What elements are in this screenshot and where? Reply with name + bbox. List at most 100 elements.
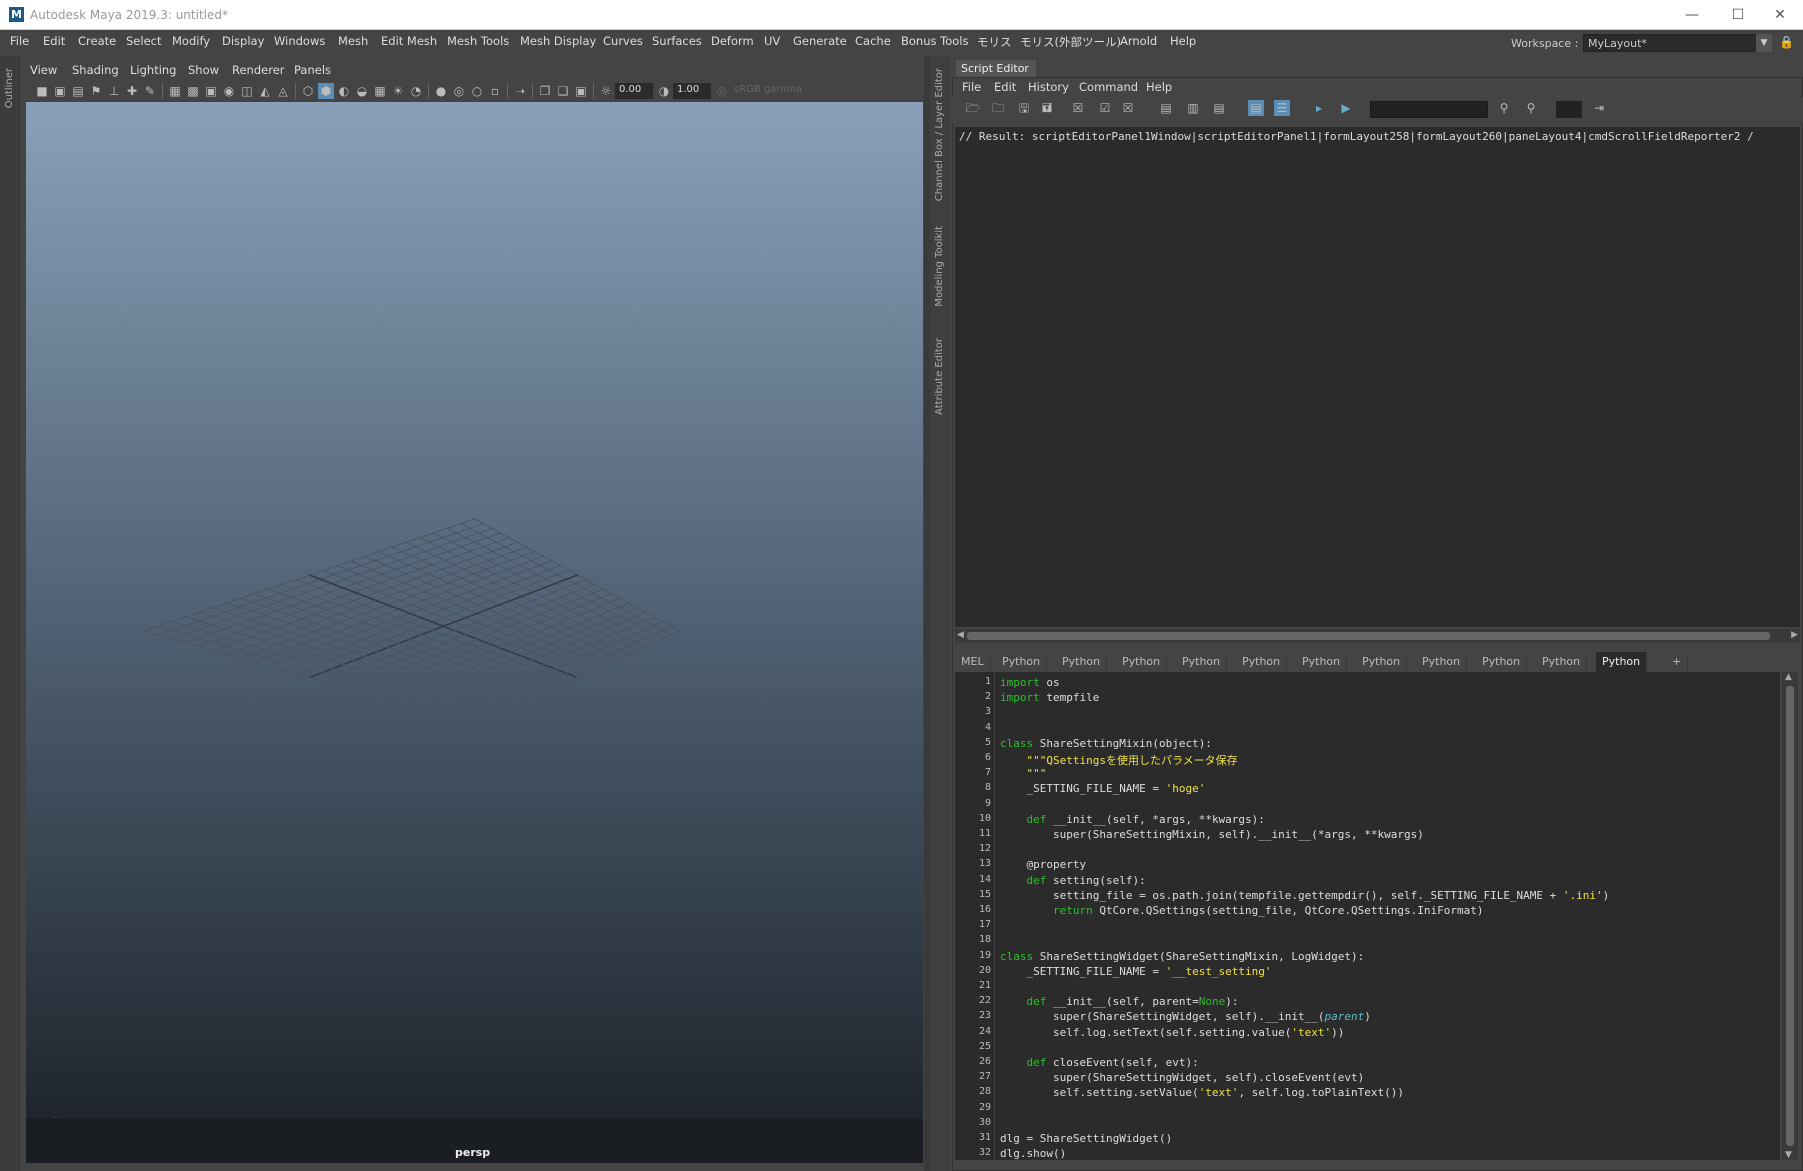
search-icon[interactable]: ⚲ (1496, 100, 1512, 116)
gamma-icon[interactable]: ◑ (656, 83, 672, 99)
menu-modify[interactable]: Modify (172, 34, 210, 48)
menu-help[interactable]: Help (1170, 34, 1196, 48)
code-line[interactable]: dlg = ShareSettingWidget() (1000, 1132, 1172, 1145)
show-input-icon[interactable]: ▥ (1185, 100, 1201, 116)
code-line[interactable]: @property (1000, 858, 1086, 871)
code-line[interactable]: super(ShareSettingWidget, self).closeEve… (1000, 1071, 1364, 1084)
outliner-tab[interactable]: Outliner (4, 68, 15, 108)
scroll-thumb[interactable] (1786, 686, 1794, 1146)
minimize-button[interactable]: — (1669, 0, 1715, 30)
source-script-icon[interactable]: 🗀 (990, 100, 1006, 116)
exposure-icon[interactable]: ☼ (598, 83, 614, 99)
menu-surfaces[interactable]: Surfaces (652, 34, 702, 48)
shadows-icon[interactable]: ◔ (408, 83, 424, 99)
code-line[interactable]: _SETTING_FILE_NAME = '__test_setting' (1000, 965, 1271, 978)
code-line[interactable]: def __init__(self, *args, **kwargs): (1000, 813, 1265, 826)
channel-box-tab[interactable]: Channel Box / Layer Editor (934, 68, 945, 201)
clear-all-icon[interactable]: ☒ (1120, 100, 1136, 116)
resolution-gate-icon[interactable]: ▣ (203, 83, 219, 99)
ambient-occlusion-icon[interactable]: ● (433, 83, 449, 99)
grid-icon[interactable]: ▦ (167, 83, 183, 99)
x-ray-icon[interactable]: ❐ (537, 83, 553, 99)
tab-python-active[interactable]: Python (1596, 652, 1648, 672)
menu-arnold[interactable]: Arnold (1120, 34, 1157, 48)
line-numbers-icon[interactable]: ☰ (1274, 100, 1290, 116)
code-line[interactable]: _SETTING_FILE_NAME = 'hoge' (1000, 782, 1205, 795)
code-line[interactable]: """ (1000, 767, 1047, 780)
gamma-field[interactable]: 1.00 (673, 83, 711, 99)
tab-python[interactable]: Python (1236, 652, 1288, 672)
code-line[interactable]: self.log.setText(self.setting.value('tex… (1000, 1026, 1344, 1039)
code-line[interactable]: def closeEvent(self, evt): (1000, 1056, 1199, 1069)
menu-generate[interactable]: Generate (793, 34, 847, 48)
menu-morris-external[interactable]: モリス(外部ツール) (1020, 34, 1121, 50)
se-menu-history[interactable]: History (1028, 80, 1069, 94)
tab-python[interactable]: Python (1176, 652, 1228, 672)
menu-edit[interactable]: Edit (43, 34, 65, 48)
exposure-field[interactable]: 0.00 (615, 83, 653, 99)
se-menu-edit[interactable]: Edit (994, 80, 1016, 94)
menu-mesh[interactable]: Mesh (338, 34, 368, 48)
code-line[interactable]: """QSettingsを使用したパラメータ保存 (1000, 752, 1238, 768)
script-search-input[interactable] (1370, 101, 1488, 118)
menu-deform[interactable]: Deform (711, 34, 754, 48)
tab-python[interactable]: Python (1296, 652, 1348, 672)
show-history-icon[interactable]: ▤ (1158, 100, 1174, 116)
film-gate-icon[interactable]: ▩ (185, 83, 201, 99)
grease-pencil-icon[interactable]: ✎ (142, 83, 158, 99)
color-management-icon[interactable]: ◎ (714, 83, 730, 99)
clear-history-icon[interactable]: ☒ (1070, 100, 1086, 116)
script-editor-tab[interactable]: Script Editor (956, 60, 1036, 77)
viewport-menu-panels[interactable]: Panels (294, 63, 331, 77)
tab-python[interactable]: Python (1416, 652, 1468, 672)
show-both-icon[interactable]: ▤ (1211, 100, 1227, 116)
code-line[interactable]: setting_file = os.path.join(tempfile.get… (1000, 889, 1609, 902)
menu-select[interactable]: Select (126, 34, 161, 48)
add-tab-button[interactable]: + (1666, 652, 1689, 672)
2d-pan-zoom-icon[interactable]: ✚ (124, 83, 140, 99)
menu-cache[interactable]: Cache (855, 34, 891, 48)
code-line[interactable]: class ShareSettingWidget(ShareSettingMix… (1000, 950, 1364, 963)
search-next-icon[interactable]: ⚲ (1523, 100, 1539, 116)
code-line[interactable]: import tempfile (1000, 691, 1099, 704)
image-plane-icon[interactable]: ⊥ (106, 83, 122, 99)
color-swatch[interactable] (1556, 101, 1582, 118)
isolate-select-icon[interactable]: ➝ (512, 83, 528, 99)
scroll-down-icon[interactable]: ▼ (1785, 1150, 1792, 1160)
attribute-editor-tab[interactable]: Attribute Editor (934, 338, 945, 415)
execute-all-icon[interactable]: ▸ (1311, 100, 1327, 116)
workspace-dropdown[interactable]: MyLayout* (1583, 34, 1763, 52)
menu-windows[interactable]: Windows (274, 34, 325, 48)
viewport-menu-view[interactable]: View (30, 63, 57, 77)
safe-action-icon[interactable]: ◭ (257, 83, 273, 99)
tab-python[interactable]: Python (1356, 652, 1408, 672)
menu-file[interactable]: File (10, 34, 29, 48)
menu-edit-mesh[interactable]: Edit Mesh (381, 34, 437, 48)
code-line[interactable]: import os (1000, 676, 1060, 689)
maximize-button[interactable]: ☐ (1715, 0, 1761, 30)
modeling-toolkit-tab[interactable]: Modeling Toolkit (934, 226, 945, 307)
safe-title-icon[interactable]: ◬ (275, 83, 291, 99)
se-menu-command[interactable]: Command (1079, 80, 1138, 94)
code-line[interactable]: dlg.show() (1000, 1147, 1066, 1160)
code-vertical-scrollbar[interactable]: ▲ ▼ (1782, 672, 1798, 1160)
tab-python[interactable]: Python (1536, 652, 1588, 672)
chevron-down-icon[interactable]: ▼ (1756, 34, 1772, 52)
wireframe-on-shaded-icon[interactable]: ◒ (354, 83, 370, 99)
perspective-viewport[interactable]: y x z (26, 102, 923, 1163)
menu-display[interactable]: Display (222, 34, 264, 48)
code-line[interactable]: return QtCore.QSettings(setting_file, Qt… (1000, 904, 1483, 917)
scroll-thumb[interactable] (967, 632, 1770, 640)
tab-python[interactable]: Python (996, 652, 1048, 672)
echo-all-icon[interactable]: ▤ (1248, 100, 1264, 116)
viewport-menu-lighting[interactable]: Lighting (130, 63, 176, 77)
clear-input-icon[interactable]: ☑ (1097, 100, 1113, 116)
menu-bonus-tools[interactable]: Bonus Tools (901, 34, 968, 48)
open-script-icon[interactable]: 🗁 (965, 100, 981, 116)
depth-of-field-icon[interactable]: ▫ (487, 83, 503, 99)
lights-icon[interactable]: ☀ (390, 83, 406, 99)
code-line[interactable]: def setting(self): (1000, 874, 1146, 887)
execute-icon[interactable]: ▶ (1338, 100, 1354, 116)
x-ray-joints-icon[interactable]: ▣ (573, 83, 589, 99)
viewport-menu-renderer[interactable]: Renderer (232, 63, 285, 77)
